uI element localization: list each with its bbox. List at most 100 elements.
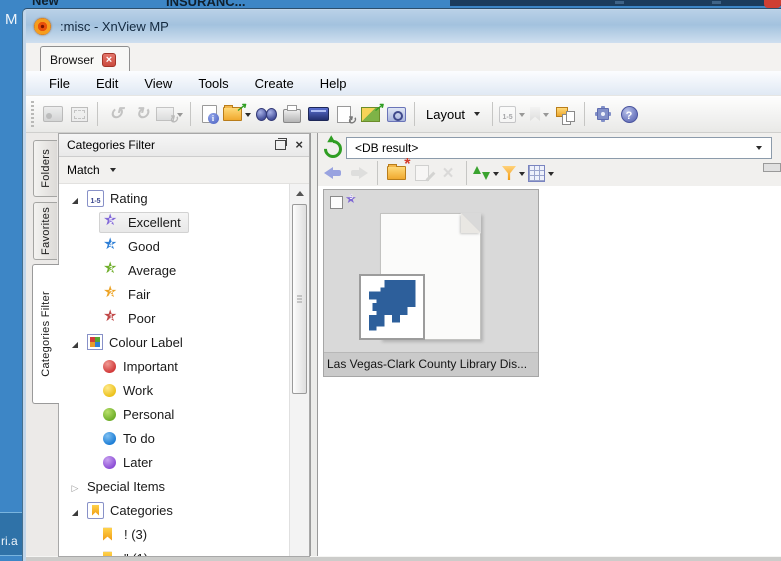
capture-button[interactable]: [384, 101, 408, 127]
color-label-button[interactable]: [528, 101, 552, 127]
tree-item-label: Excellent: [128, 214, 181, 230]
rotate-left-icon: [109, 104, 123, 124]
categories-button[interactable]: [554, 101, 578, 127]
panel-header[interactable]: Categories Filter: [59, 134, 309, 157]
convert-icon: [337, 105, 356, 127]
open-with-button[interactable]: [223, 100, 252, 127]
tree-item-colour-label[interactable]: Colour Label: [59, 330, 309, 354]
sidebar-tab-favorites[interactable]: Favorites: [33, 202, 57, 260]
fullscreen-icon: [70, 106, 88, 122]
rating-button[interactable]: [499, 101, 526, 127]
toolbar-separator: [492, 102, 494, 126]
acquire-scan-button[interactable]: [306, 101, 330, 127]
tree-item-todo[interactable]: To do: [59, 426, 309, 450]
rotate-right-button[interactable]: [130, 101, 154, 127]
menu-file[interactable]: File: [36, 73, 83, 94]
expander-open-icon[interactable]: [69, 335, 81, 350]
menu-edit[interactable]: Edit: [83, 73, 131, 94]
grid-view-icon: [528, 164, 545, 182]
edit-button[interactable]: [410, 160, 434, 186]
menu-help[interactable]: Help: [307, 73, 360, 94]
scrollbar-thumb[interactable]: [292, 204, 307, 394]
scrollbar-up-arrow-icon[interactable]: [292, 186, 307, 200]
pane-handle[interactable]: [763, 163, 781, 172]
background-window-close-button[interactable]: [764, 0, 781, 8]
tree-item-excellent[interactable]: 5 Excellent: [59, 210, 309, 234]
desktop-icon-label-ria[interactable]: ri.a: [1, 534, 18, 548]
back-button[interactable]: [321, 160, 345, 186]
dropdown-arrow-icon: [548, 171, 554, 179]
expander-open-icon[interactable]: [69, 191, 81, 206]
desktop-icon-label-m[interactable]: M: [5, 11, 18, 28]
background-window-maximize-button[interactable]: [712, 1, 721, 4]
combobox-arrow-icon[interactable]: [756, 145, 762, 153]
tree-item-poor[interactable]: 1 Poor: [59, 306, 309, 330]
layout-dropdown-button[interactable]: Layout: [420, 101, 487, 127]
tree-item-work[interactable]: Work: [59, 378, 309, 402]
tree-item-label: Poor: [128, 310, 156, 326]
tree-item-average[interactable]: 3 Average: [59, 258, 309, 282]
tree-item-personal[interactable]: Personal: [59, 402, 309, 426]
tree-item-important[interactable]: Important: [59, 354, 309, 378]
menu-view[interactable]: View: [131, 73, 185, 94]
tree-item-category-quote[interactable]: " (1): [59, 546, 309, 556]
tree-item-category-exclaim[interactable]: ! (3): [59, 522, 309, 546]
panel-splitter[interactable]: [310, 133, 318, 557]
toolbar-separator: [584, 102, 586, 126]
dropdown-arrow-icon: [519, 112, 526, 120]
panel-close-icon[interactable]: [295, 139, 303, 151]
tree-item-later[interactable]: Later: [59, 450, 309, 474]
menu-tools[interactable]: Tools: [185, 73, 241, 94]
menu-create[interactable]: Create: [242, 73, 307, 94]
thumbnail-item[interactable]: 5 Las Vegas-Clark County Library Dis...: [323, 189, 539, 377]
transform-button[interactable]: [156, 101, 184, 127]
dropdown-arrow-icon[interactable]: [109, 167, 116, 175]
background-window-minimize-button[interactable]: [615, 1, 624, 4]
sidebar-tab-categories-filter[interactable]: Categories Filter: [32, 264, 59, 404]
batch-convert-icon: [360, 100, 384, 122]
tree-item-fair[interactable]: 2 Fair: [59, 282, 309, 306]
tree-item-label: Average: [128, 262, 177, 278]
match-dropdown-label[interactable]: Match: [67, 163, 100, 177]
convert-button[interactable]: [332, 101, 356, 127]
panel-float-icon[interactable]: [275, 138, 288, 150]
blue-arrow-glyph: [368, 279, 416, 331]
star-4-icon: 4: [103, 236, 121, 255]
fullscreen-button[interactable]: [67, 101, 91, 127]
dropdown-arrow-icon: [474, 111, 481, 119]
sort-button[interactable]: [473, 160, 500, 186]
new-folder-button[interactable]: [384, 157, 410, 186]
tree-item-special-items[interactable]: Special Items: [59, 474, 309, 498]
tab-browser[interactable]: Browser: [40, 46, 130, 72]
forward-button[interactable]: [347, 160, 371, 186]
tree-item-categories[interactable]: Categories: [59, 498, 309, 522]
view-image-button[interactable]: [41, 101, 65, 127]
thumbnail-checkbox[interactable]: [330, 196, 343, 209]
view-mode-button[interactable]: [528, 160, 555, 186]
rotate-left-button[interactable]: [104, 101, 128, 127]
filter-button[interactable]: [502, 160, 526, 186]
print-button[interactable]: [280, 101, 304, 127]
tree-item-good[interactable]: 4 Good: [59, 234, 309, 258]
search-button[interactable]: [254, 101, 278, 127]
desktop-icon-label-new[interactable]: New: [32, 0, 59, 8]
sidebar-tab-folders[interactable]: Folders: [33, 140, 57, 197]
path-value: <DB result>: [355, 141, 419, 155]
settings-button[interactable]: [591, 101, 615, 127]
batch-convert-button[interactable]: [358, 100, 384, 127]
expander-open-icon[interactable]: [69, 503, 81, 518]
tab-close-icon[interactable]: [102, 52, 117, 67]
properties-info-button[interactable]: [197, 101, 221, 127]
tree-item-label: Categories: [110, 502, 173, 518]
tree-item-rating[interactable]: Rating: [59, 186, 309, 210]
expander-closed-icon[interactable]: [69, 479, 81, 494]
toolbar-grip[interactable]: [31, 101, 34, 127]
tree-scrollbar[interactable]: [289, 184, 309, 556]
help-button[interactable]: [617, 101, 641, 127]
window-titlebar[interactable]: :misc - XnView MP: [26, 10, 781, 43]
delete-button[interactable]: [436, 160, 460, 186]
match-bar: Match: [59, 157, 309, 184]
menubar: File Edit View Tools Create Help: [26, 71, 781, 96]
blue-circle-icon: [103, 431, 116, 445]
toolbar-separator: [414, 102, 415, 126]
